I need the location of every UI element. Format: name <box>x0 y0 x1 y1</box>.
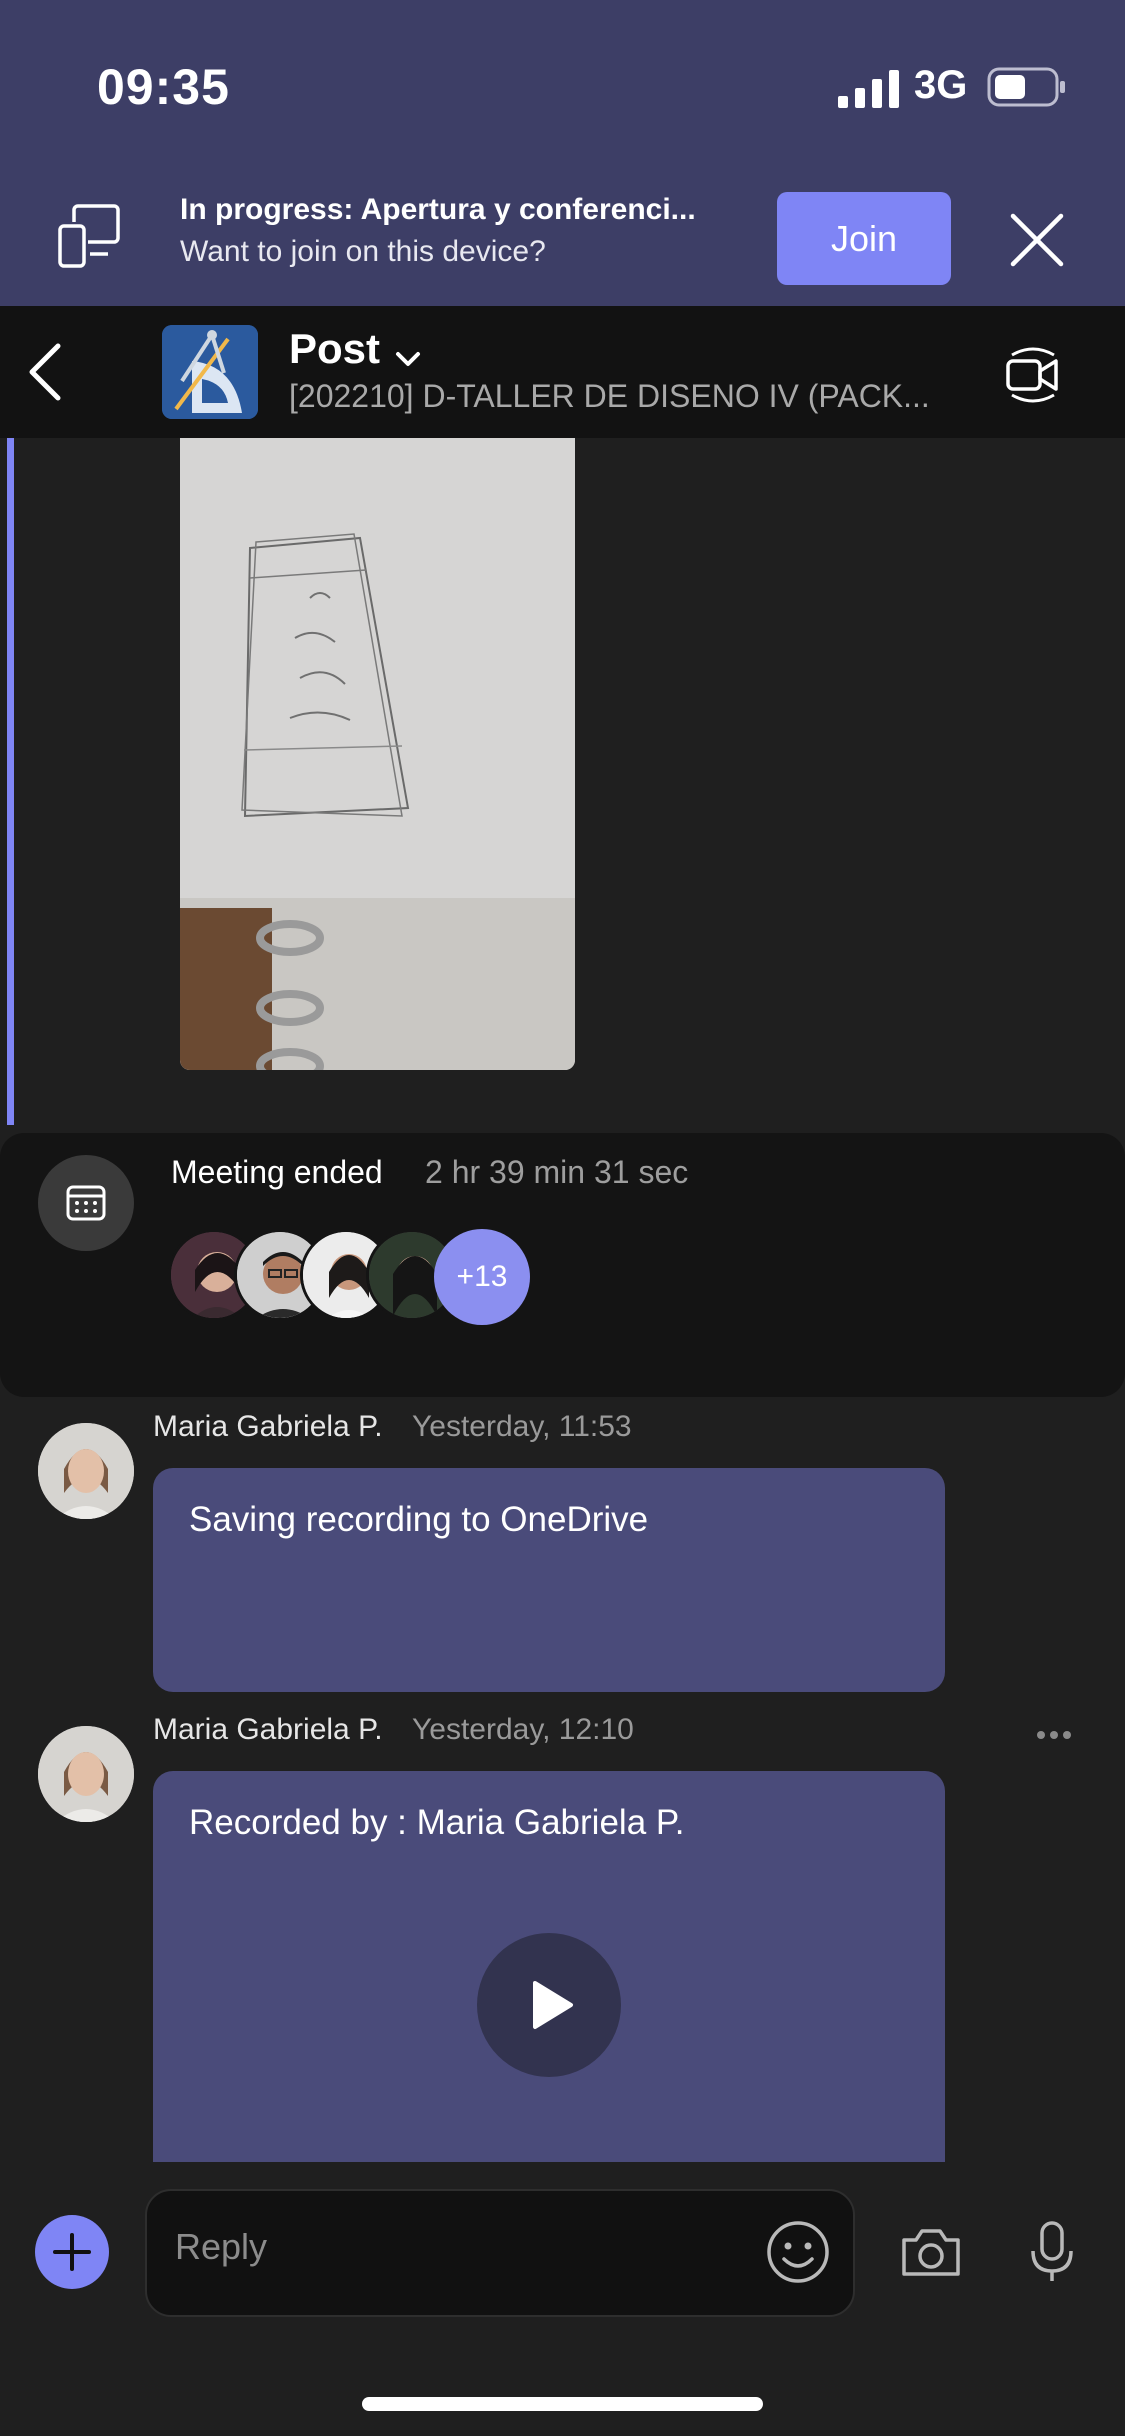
banner-title: In progress: Apertura y conferenci... <box>180 193 696 226</box>
battery-icon <box>987 67 1065 107</box>
banner-subtitle: Want to join on this device? <box>180 235 546 268</box>
video-camera-icon[interactable] <box>1002 345 1064 405</box>
channel-name: [202210] D-TALLER DE DISENO IV (PACK... <box>289 378 930 414</box>
microphone-icon[interactable] <box>1025 2219 1079 2285</box>
person-photo <box>38 1726 134 1822</box>
home-indicator <box>362 2397 763 2411</box>
person-photo <box>38 1423 134 1519</box>
calendar-icon <box>66 1185 106 1221</box>
sketch-photo <box>180 438 575 1070</box>
reply-placeholder[interactable]: Reply <box>175 2226 267 2268</box>
plus-icon <box>53 2233 91 2271</box>
play-button[interactable] <box>477 1933 621 2077</box>
message-timestamp: Yesterday, 11:53 <box>412 1410 632 1443</box>
chevron-left-icon[interactable] <box>24 340 64 404</box>
message-author[interactable]: Maria Gabriela P. <box>153 1713 383 1747</box>
more-options-icon[interactable] <box>1036 1730 1072 1740</box>
message-author[interactable]: Maria Gabriela P. <box>153 1410 383 1444</box>
calendar-icon-container <box>38 1155 134 1251</box>
signal-icon <box>838 70 899 108</box>
message-text: Recorded by : Maria Gabriela P. <box>189 1803 685 1842</box>
sketch-image[interactable] <box>180 438 575 1070</box>
drafting-tools-icon <box>162 325 258 419</box>
chevron-down-icon[interactable] <box>393 344 423 374</box>
status-time: 09:35 <box>97 59 230 115</box>
emoji-icon[interactable] <box>765 2219 831 2285</box>
meeting-duration: 2 hr 39 min 31 sec <box>425 1154 689 1190</box>
message-timestamp: Yesterday, 12:10 <box>412 1713 634 1746</box>
add-button[interactable] <box>35 2215 109 2289</box>
avatar[interactable] <box>38 1423 134 1519</box>
more-participants-badge[interactable]: +13 <box>434 1229 530 1325</box>
device-transfer-icon <box>58 204 120 268</box>
join-button[interactable]: Join <box>777 192 951 285</box>
camera-icon[interactable] <box>898 2224 964 2280</box>
close-icon[interactable] <box>1007 210 1067 270</box>
play-icon <box>533 1981 573 2029</box>
top-banner-area <box>0 0 1125 306</box>
network-type: 3G <box>914 63 968 107</box>
page-title[interactable]: Post <box>289 325 380 373</box>
message-text: Saving recording to OneDrive <box>189 1500 649 1539</box>
thread-indicator <box>7 438 14 1125</box>
avatar[interactable] <box>38 1726 134 1822</box>
meeting-status: Meeting ended <box>171 1154 383 1190</box>
team-logo[interactable] <box>162 325 258 419</box>
